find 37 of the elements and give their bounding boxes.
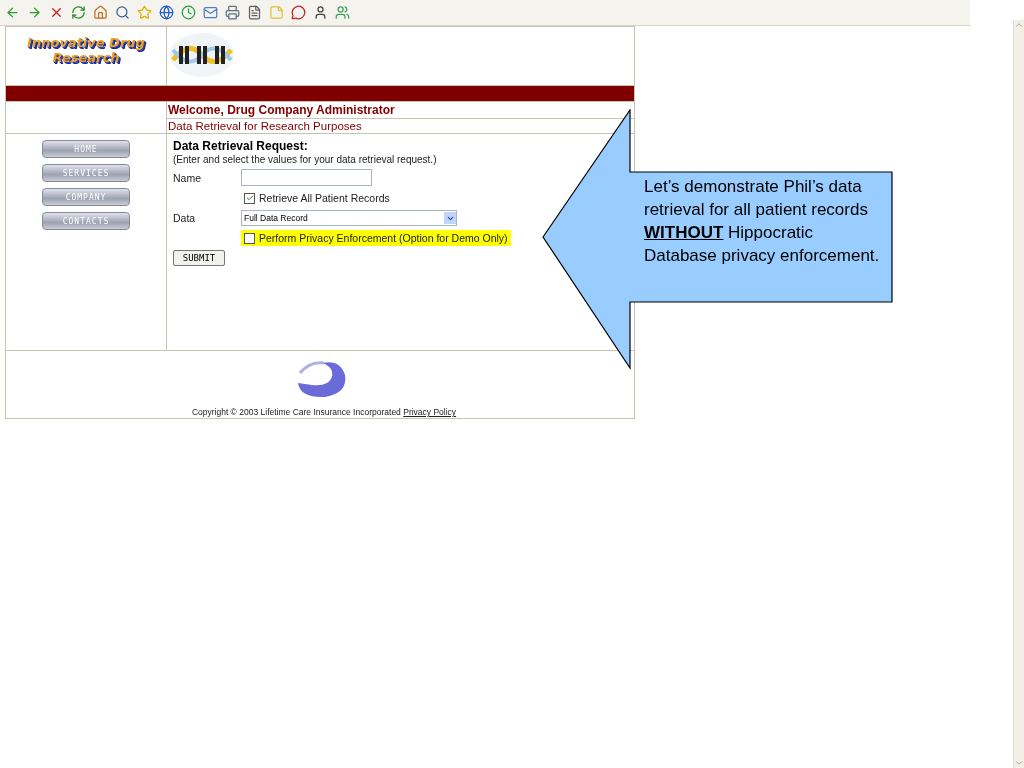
printer-icon[interactable] <box>224 4 240 21</box>
people-icon[interactable] <box>334 4 350 21</box>
nav-button[interactable]: COMPANY <box>42 188 130 206</box>
submit-button[interactable]: SUBMIT <box>173 250 225 266</box>
checkbox-label: Retrieve All Patient Records <box>259 192 390 204</box>
person-icon[interactable] <box>312 4 328 21</box>
name-input[interactable] <box>241 169 372 186</box>
name-label: Name <box>173 171 202 184</box>
privacy-policy-link[interactable]: Privacy Policy <box>403 407 457 417</box>
globe-icon[interactable] <box>158 4 174 21</box>
dna-logo-drawing <box>169 30 235 80</box>
nav-button[interactable]: HOME <box>42 140 130 158</box>
form-title: Data Retrieval Request: <box>173 139 309 153</box>
callout-text: Let’s demonstrate Phil’s data retrieval for all patient records WITHOUT Hippocratic Database privacy enforcement. <box>644 176 881 267</box>
copyright-text: Copyright © 2003 Lifetime Care Insurance Incorporated Privacy Policy <box>191 407 457 417</box>
chat-icon[interactable] <box>290 4 306 21</box>
page-subtitle: Data Retrieval for Research Purposes <box>167 119 363 133</box>
caret-icon[interactable] <box>444 212 456 224</box>
form-hint: (Enter and select the values for your data retrieval request.) <box>173 154 438 165</box>
clock-icon[interactable] <box>180 4 196 21</box>
back-icon[interactable] <box>4 4 20 21</box>
mail-icon[interactable] <box>202 4 218 21</box>
star-icon[interactable] <box>136 4 152 21</box>
forward-icon[interactable] <box>26 4 42 21</box>
search-icon[interactable] <box>114 4 130 21</box>
site-logo: Innovative Drug Research <box>26 34 146 67</box>
data-dropdown[interactable]: Full Data Record <box>241 210 457 226</box>
data-label: Data <box>173 212 197 224</box>
checkbox[interactable] <box>244 232 255 244</box>
nav-button[interactable]: SERVICES <box>42 164 130 182</box>
checkbox[interactable] <box>244 192 255 204</box>
refresh-icon[interactable] <box>70 4 86 21</box>
checkbox-label: Perform Privacy Enforcement (Option for Demo Only) <box>259 232 508 244</box>
home-icon[interactable] <box>92 4 108 21</box>
document-icon[interactable] <box>246 4 262 21</box>
nav-button[interactable]: CONTACTS <box>42 212 130 230</box>
dropdown-value: Full Data Record <box>244 213 308 223</box>
